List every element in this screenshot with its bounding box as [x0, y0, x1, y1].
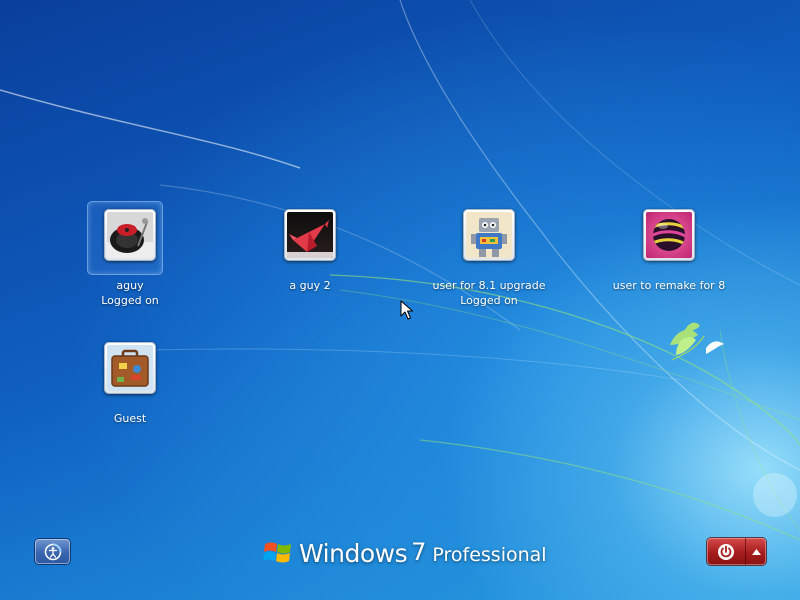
user-tile-aguy[interactable]: aguy Logged on	[40, 201, 220, 308]
user-status: Logged on	[101, 294, 159, 307]
user-tile-guest[interactable]: Guest	[40, 342, 220, 426]
user-tile-user-for-8-1-upgrade[interactable]: user for 8.1 upgrade Logged on	[399, 209, 579, 308]
suitcase-picture	[107, 345, 153, 391]
user-name: a guy 2	[289, 279, 331, 292]
brand-edition: Professional	[432, 544, 547, 566]
user-picture-frame[interactable]	[104, 342, 156, 394]
shut-down-button[interactable]	[707, 538, 746, 565]
windows-branding: Windows 7 Professional	[263, 535, 547, 571]
user-status: Logged on	[460, 294, 518, 307]
logon-screen: aguy Logged on a guy 2 user for 8.1 upgr…	[0, 0, 800, 600]
user-name: Guest	[113, 412, 147, 425]
turntable-record-picture	[107, 212, 153, 258]
mouse-pointer-icon	[400, 300, 413, 320]
user-name: user for 8.1 upgrade	[432, 279, 546, 292]
leaf-emblem	[670, 322, 724, 361]
windows-logo-icon	[263, 542, 291, 563]
user-tile-user-to-remake-for-8[interactable]: user to remake for 8	[579, 209, 759, 293]
striped-ball-picture	[646, 212, 692, 258]
user-picture-frame[interactable]	[643, 209, 695, 261]
user-name: aguy	[116, 279, 144, 292]
triangle-up-icon	[751, 548, 761, 555]
shut-down-options-button[interactable]	[746, 538, 766, 565]
user-picture-frame[interactable]	[284, 209, 336, 261]
brand-word: Windows	[299, 538, 408, 568]
ease-of-access-icon	[44, 543, 61, 560]
ease-of-access-button[interactable]	[35, 539, 70, 564]
user-tile-a-guy-2[interactable]: a guy 2	[220, 209, 400, 293]
user-picture-frame[interactable]	[104, 209, 156, 261]
brand-version: 7	[411, 538, 427, 566]
user-name: user to remake for 8	[612, 279, 726, 292]
user-picture-frame[interactable]	[463, 209, 515, 261]
power-icon	[718, 543, 734, 560]
paper-crane-picture	[287, 212, 333, 258]
toy-robot-picture	[466, 212, 512, 258]
shut-down-control	[707, 538, 766, 565]
